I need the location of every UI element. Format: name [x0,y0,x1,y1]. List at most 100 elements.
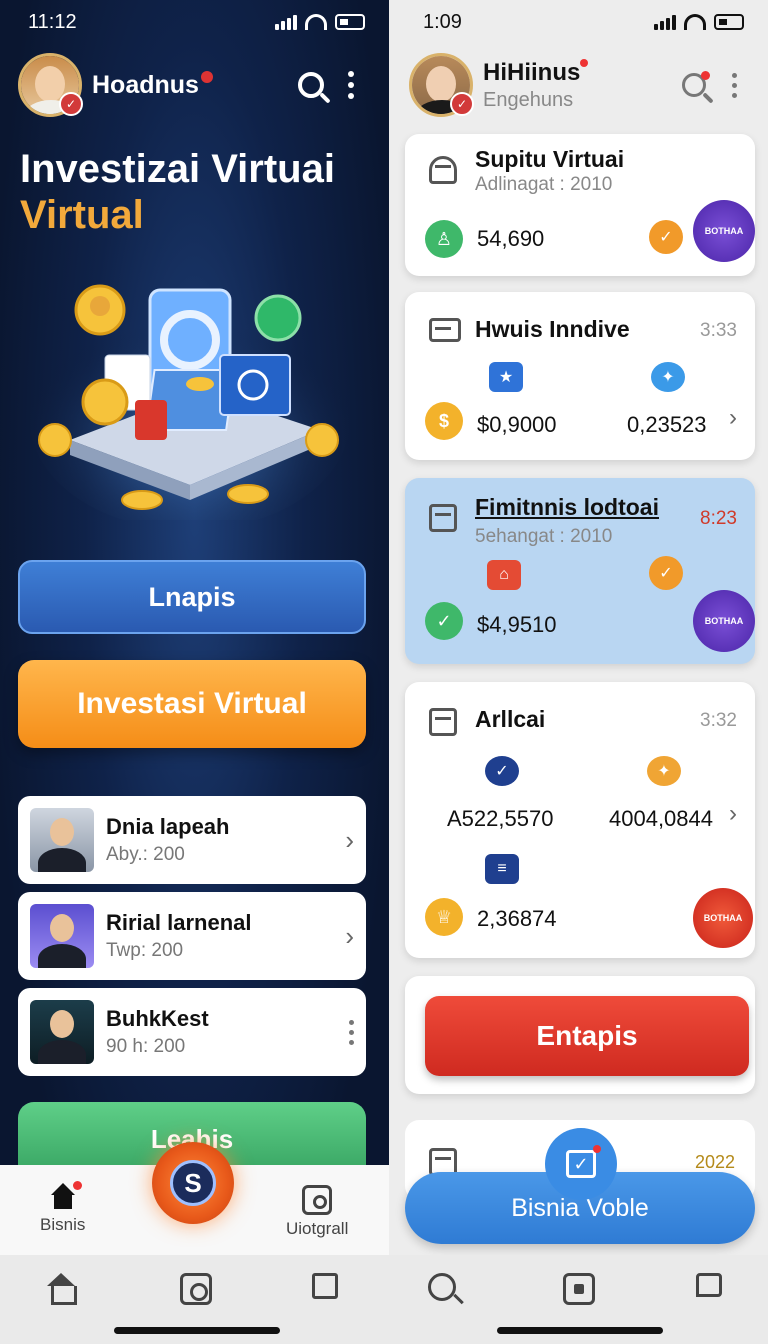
verified-badge-icon: ✓ [450,92,474,116]
hero-title: Investizai Virtuai [20,147,335,191]
list-item[interactable]: Dnia lapeah Aby.: 200 › [18,796,366,884]
battery-icon [714,14,744,30]
card-value: $4,9510 [477,612,557,637]
camera-icon[interactable] [180,1273,212,1305]
coin-icon: ♙ [425,220,463,258]
search-icon [298,72,324,98]
investment-card[interactable]: Arllcai 3:32 ✓ ✦ A522,5570 4004,0844 › ≡… [405,682,755,958]
cube-icon [429,708,457,736]
home-indicator[interactable] [114,1327,280,1334]
list-item-meta: Aby.: 200 [106,844,185,865]
entapis-button[interactable]: Entapis [425,996,749,1076]
investment-card[interactable]: Hwuis Inndive 3:33 ★ ✦ $ $0,9000 0,23523… [405,292,755,460]
home-icon[interactable] [45,1273,77,1305]
more-menu-button[interactable] [714,65,754,105]
center-fab-button[interactable]: S [152,1142,234,1224]
card-year: 2022 [694,1152,735,1172]
primary-action-button[interactable]: Lnapis [18,560,366,634]
card-value: $0,9000 [477,412,557,437]
square-icon[interactable] [312,1273,338,1299]
search-button[interactable] [674,65,714,105]
list-item-name: Dnia lapeah [106,814,230,839]
home-indicator[interactable] [497,1327,663,1334]
avatar[interactable]: ✓ [409,53,474,117]
profile-photo [30,1000,94,1064]
card-time: 3:33 [700,320,737,341]
lamp-icon [429,156,457,184]
tab-bisnis[interactable]: Bisnis [40,1181,86,1235]
list-item[interactable]: Ririal larnenal Twp: 200 › [18,892,366,980]
more-vertical-icon [731,72,737,98]
tab-uiotgrall[interactable]: Uiotgrall [286,1185,348,1239]
app-header: ✓ Hoadnus [18,52,371,118]
shop-icon: ★ [489,362,523,392]
status-bar: 11:12 [28,8,365,36]
list-item[interactable]: BuhkKest 90 h: 200 [18,988,366,1076]
profile-photo [30,904,94,968]
s-logo-icon: S [170,1160,216,1206]
card-title: Supitu Virtuai [475,146,625,172]
card-value: 0,23523 [627,412,707,437]
investment-card-selected[interactable]: Fimitnnis lodtoai 5ehangat : 2010 8:23 ⌂… [405,478,755,664]
card-time: 3:32 [700,710,737,731]
tab-label: Bisnis [40,1215,86,1234]
search-icon[interactable] [428,1273,460,1305]
home-icon [48,1181,82,1209]
list-item-meta: 90 h: 200 [106,1036,186,1057]
status-time: 11:12 [28,10,77,33]
system-navigation-bar [0,1255,768,1344]
layers-icon: ≡ [485,854,519,884]
signal-icon [654,14,676,30]
user-subtitle: Engehuns [483,88,574,111]
gear-icon: ✦ [651,362,685,392]
investment-card[interactable]: Supitu Virtuai Adlinagat : 2010 ♙ 54,690… [405,134,755,276]
right-screen: 1:09 ✓ HiHiinus Engehuns Supitu Virtuai … [389,0,768,1344]
more-vertical-icon[interactable] [349,1019,354,1045]
verified-badge-icon: ✓ [59,92,83,116]
brand-badge-icon: BOTHAA [693,888,753,948]
username: Hoadnus [92,70,199,99]
basket-icon: ⌂ [487,560,521,590]
search-button[interactable] [291,65,331,105]
profile-photo [30,808,94,872]
check-coin-icon: ✓ [649,220,683,254]
chat-icon[interactable] [696,1273,722,1297]
card-subtitle: 5ehangat : 2010 [475,526,613,547]
card-subtitle: Adlinagat : 2010 [475,174,613,195]
keyboard-icon [429,318,461,342]
chevron-right-icon: › [345,920,354,951]
card-title: Arllcai [475,706,546,732]
notification-dot-icon [580,58,589,67]
card-value: 4004,0844 [609,806,713,831]
card-value: 2,36874 [477,906,557,931]
card-value: A522,5570 [447,806,554,831]
notification-dot-icon [200,70,213,83]
app-header: ✓ HiHiinus Engehuns [409,50,754,120]
battery-icon [335,14,365,30]
brand-badge-icon: BOTHAA [693,200,755,262]
hero-subtitle: Virtual [20,193,144,237]
record-icon[interactable] [563,1273,595,1305]
card-time: 8:23 [700,508,737,529]
check-coin-icon: ✓ [649,556,683,590]
coin-icon: $ [425,402,463,440]
checklist-fab-button[interactable]: ✓ [545,1128,617,1200]
card-title: Fimitnnis lodtoai [475,494,659,520]
cta-card: Entapis [405,976,755,1094]
avatar[interactable]: ✓ [18,53,83,117]
brand-badge-icon: BOTHAA [693,590,755,652]
invest-virtual-button[interactable]: Investasi Virtual [18,660,366,748]
chevron-right-icon: › [729,404,737,431]
status-time: 1:09 [423,10,462,33]
investment-illustration [30,284,350,520]
bag-icon [302,1185,333,1215]
badge-shield-icon: ✓ [485,756,519,786]
signal-icon [275,14,297,30]
wifi-icon [684,14,706,30]
shield-check-icon: ✓ [425,602,463,640]
list-item-meta: Twp: 200 [106,940,184,961]
more-menu-button[interactable] [331,65,371,105]
left-screen: 11:12 ✓ Hoadnus Investizai Virtuai Virtu… [0,0,389,1344]
list-item-name: BuhkKest [106,1006,209,1031]
username: HiHiinus [483,58,581,86]
